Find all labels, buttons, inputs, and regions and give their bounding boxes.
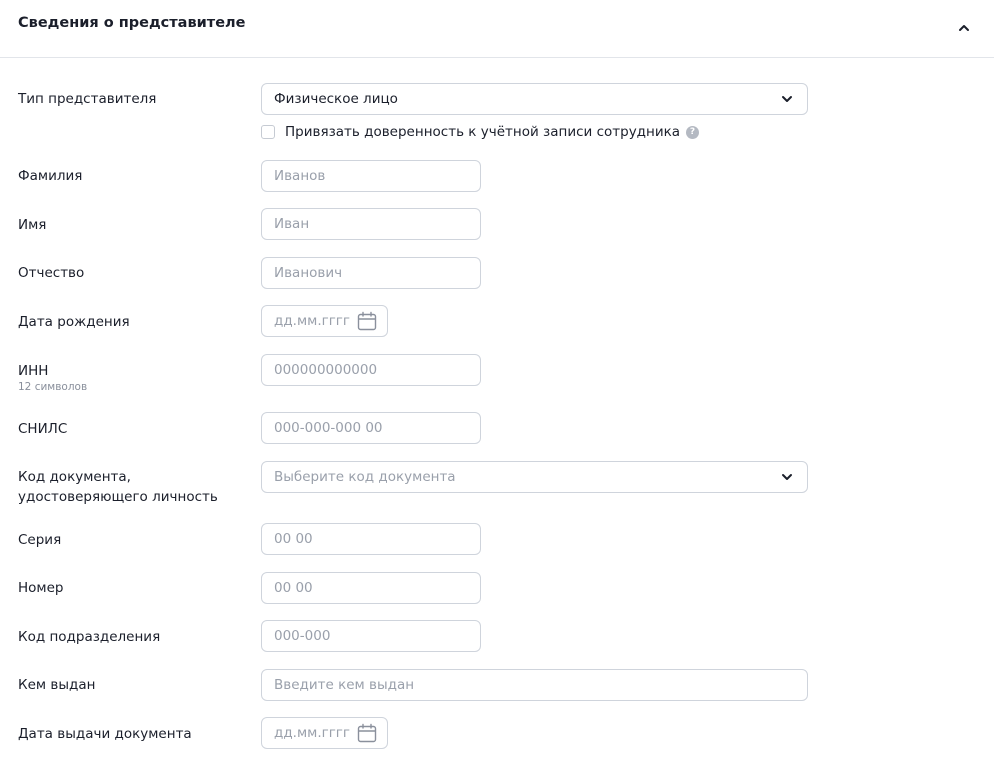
issue-date-input[interactable]: дд.мм.гггг xyxy=(261,717,388,749)
inn-hint: 12 символов xyxy=(18,381,88,393)
first-name-input[interactable] xyxy=(261,208,481,240)
inn-label: ИНН 12 символов xyxy=(18,361,87,393)
snils-input[interactable] xyxy=(261,412,481,444)
series-input[interactable] xyxy=(261,523,481,555)
first-name-label: Имя xyxy=(18,217,47,233)
doc-code-select[interactable]: Выберите код документа xyxy=(261,461,808,493)
bind-account-checkbox[interactable] xyxy=(261,125,275,139)
division-code-label: Код подразделения xyxy=(18,629,161,645)
bind-account-label: Привязать доверенность к учётной записи … xyxy=(285,124,681,140)
number-input[interactable] xyxy=(261,572,481,604)
bind-account-row: Привязать доверенность к учётной записи … xyxy=(261,124,700,140)
birth-date-label: Дата рождения xyxy=(18,314,130,330)
last-name-label: Фамилия xyxy=(18,168,83,184)
rep-type-value: Физическое лицо xyxy=(274,91,398,107)
birth-date-input[interactable]: дд.мм.гггг xyxy=(261,305,388,337)
section-title: Сведения о представителе xyxy=(18,15,246,31)
doc-code-placeholder: Выберите код документа xyxy=(274,469,456,485)
section-header: Сведения о представителе xyxy=(0,0,994,58)
calendar-icon[interactable] xyxy=(357,723,377,743)
number-label: Номер xyxy=(18,580,64,596)
doc-code-label-line2: удостоверяющего личность xyxy=(18,489,218,505)
series-label: Серия xyxy=(18,532,62,548)
representative-section: Сведения о представителе Тип представите… xyxy=(0,0,994,772)
inn-input[interactable] xyxy=(261,354,481,386)
birth-date-placeholder: дд.мм.гггг xyxy=(274,313,350,329)
calendar-icon[interactable] xyxy=(357,311,377,331)
middle-name-input[interactable] xyxy=(261,257,481,289)
chevron-down-icon xyxy=(779,469,795,485)
chevron-up-icon xyxy=(959,25,969,31)
collapse-button[interactable] xyxy=(952,16,976,40)
middle-name-label: Отчество xyxy=(18,265,85,281)
doc-code-label: Код документа, удостоверяющего личность xyxy=(18,467,218,507)
chevron-down-icon xyxy=(779,91,795,107)
issue-date-label: Дата выдачи документа xyxy=(18,726,192,742)
rep-type-label: Тип представителя xyxy=(18,91,157,107)
doc-code-label-line1: Код документа, xyxy=(18,469,131,485)
question-icon[interactable]: ? xyxy=(686,125,700,139)
issued-by-label: Кем выдан xyxy=(18,677,96,693)
rep-type-select[interactable]: Физическое лицо xyxy=(261,83,808,115)
snils-label: СНИЛС xyxy=(18,421,68,437)
issued-by-input[interactable] xyxy=(261,669,808,701)
inn-label-text: ИНН xyxy=(18,363,49,379)
issue-date-placeholder: дд.мм.гггг xyxy=(274,725,350,741)
division-code-input[interactable] xyxy=(261,620,481,652)
last-name-input[interactable] xyxy=(261,160,481,192)
